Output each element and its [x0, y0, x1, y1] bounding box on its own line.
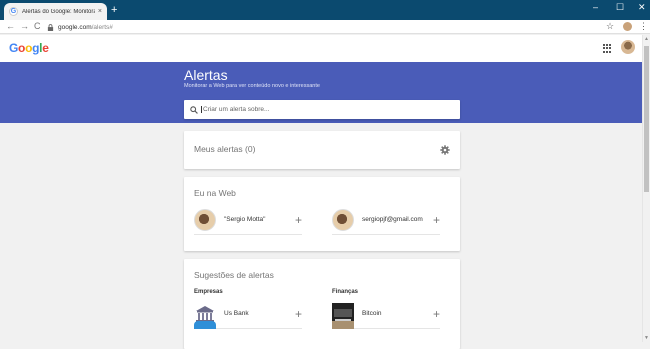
me-on-web-column-right: sergiopjf@gmail.com + — [332, 205, 440, 235]
browser-toolbar: ← → C google.com/alerts# ☆ ⋮ — [0, 20, 650, 34]
alerts-hero: Alertas Monitorar a Web para ver conteúd… — [0, 62, 642, 123]
add-alert-button[interactable]: + — [292, 213, 302, 227]
scroll-up-icon[interactable]: ▲ — [644, 36, 649, 42]
list-item[interactable]: "Sergio Motta" + — [194, 205, 302, 235]
back-icon[interactable]: ← — [6, 21, 15, 31]
tab-close-icon[interactable]: × — [98, 8, 102, 15]
gear-icon[interactable] — [440, 145, 450, 155]
create-alert-input[interactable] — [201, 106, 441, 113]
google-logo-letter: e — [42, 41, 49, 55]
browser-tab[interactable]: G Alertas do Google: Monitorar a W × — [4, 3, 107, 20]
forward-icon[interactable]: → — [20, 21, 29, 31]
google-logo-letter: G — [9, 41, 19, 55]
profile-avatar-icon[interactable] — [623, 22, 632, 31]
suggestions-title: Sugestões de alertas — [194, 270, 274, 280]
suggestions-column-finance: Finanças Bitcoin + — [332, 289, 440, 329]
list-item-label: "Sergio Motta" — [224, 216, 266, 223]
add-alert-button[interactable]: + — [430, 307, 440, 321]
close-window-icon[interactable]: ✕ — [638, 2, 646, 13]
finance-thumbnail — [332, 321, 354, 329]
lock-icon — [47, 23, 54, 31]
company-logo — [194, 321, 216, 329]
google-favicon-icon: G — [9, 7, 18, 16]
new-tab-button[interactable]: + — [111, 4, 117, 16]
add-alert-button[interactable]: + — [430, 213, 440, 227]
my-alerts-card: Meus alertas (0) — [184, 131, 460, 169]
account-avatar[interactable] — [621, 40, 635, 54]
list-item[interactable]: sergiopjf@gmail.com + — [332, 205, 440, 235]
suggestions-column-companies: Empresas Us Bank + — [194, 289, 302, 329]
url-host: google.com — [58, 23, 92, 31]
page-title: Alertas — [184, 67, 228, 83]
maximize-icon[interactable]: ☐ — [616, 2, 624, 13]
google-header: Google — [0, 35, 642, 62]
browser-titlebar: G Alertas do Google: Monitorar a W × + –… — [0, 0, 650, 20]
tab-title: Alertas do Google: Monitorar a W — [22, 8, 95, 15]
suggestions-card: Sugestões de alertas Empresas Us Bank + … — [184, 259, 460, 349]
add-alert-button[interactable]: + — [292, 307, 302, 321]
page-scrollbar[interactable]: ▲ ▼ — [642, 35, 650, 342]
address-bar[interactable]: google.com/alerts# — [47, 21, 617, 33]
scrollbar-thumb[interactable] — [644, 46, 649, 192]
search-icon — [190, 105, 198, 114]
scroll-down-icon[interactable]: ▼ — [644, 335, 649, 341]
me-on-web-column-left: "Sergio Motta" + — [194, 205, 302, 235]
list-item-label: sergiopjf@gmail.com — [362, 216, 423, 223]
me-on-web-title: Eu na Web — [194, 188, 236, 198]
list-item-label: Us Bank — [224, 310, 249, 317]
my-alerts-title: Meus alertas (0) — [194, 144, 256, 154]
avatar — [194, 208, 216, 231]
browser-menu-icon[interactable]: ⋮ — [639, 21, 648, 32]
reload-icon[interactable]: C — [34, 21, 41, 31]
google-logo[interactable]: Google — [9, 41, 49, 55]
column-heading: Finanças — [332, 289, 359, 295]
bookmark-star-icon[interactable]: ☆ — [606, 21, 614, 32]
page-subtitle: Monitorar a Web para ver conteúdo novo e… — [184, 83, 320, 89]
alert-search-box[interactable] — [184, 100, 460, 119]
list-item-label: Bitcoin — [362, 310, 382, 317]
column-heading: Empresas — [194, 289, 223, 295]
me-on-web-card: Eu na Web "Sergio Motta" + sergiopjf@gma… — [184, 177, 460, 251]
avatar — [332, 208, 354, 231]
url-path: /alerts# — [91, 23, 113, 31]
url-text: google.com/alerts# — [58, 24, 113, 31]
apps-grid-icon[interactable] — [603, 44, 612, 53]
minimize-icon[interactable]: – — [593, 2, 598, 12]
